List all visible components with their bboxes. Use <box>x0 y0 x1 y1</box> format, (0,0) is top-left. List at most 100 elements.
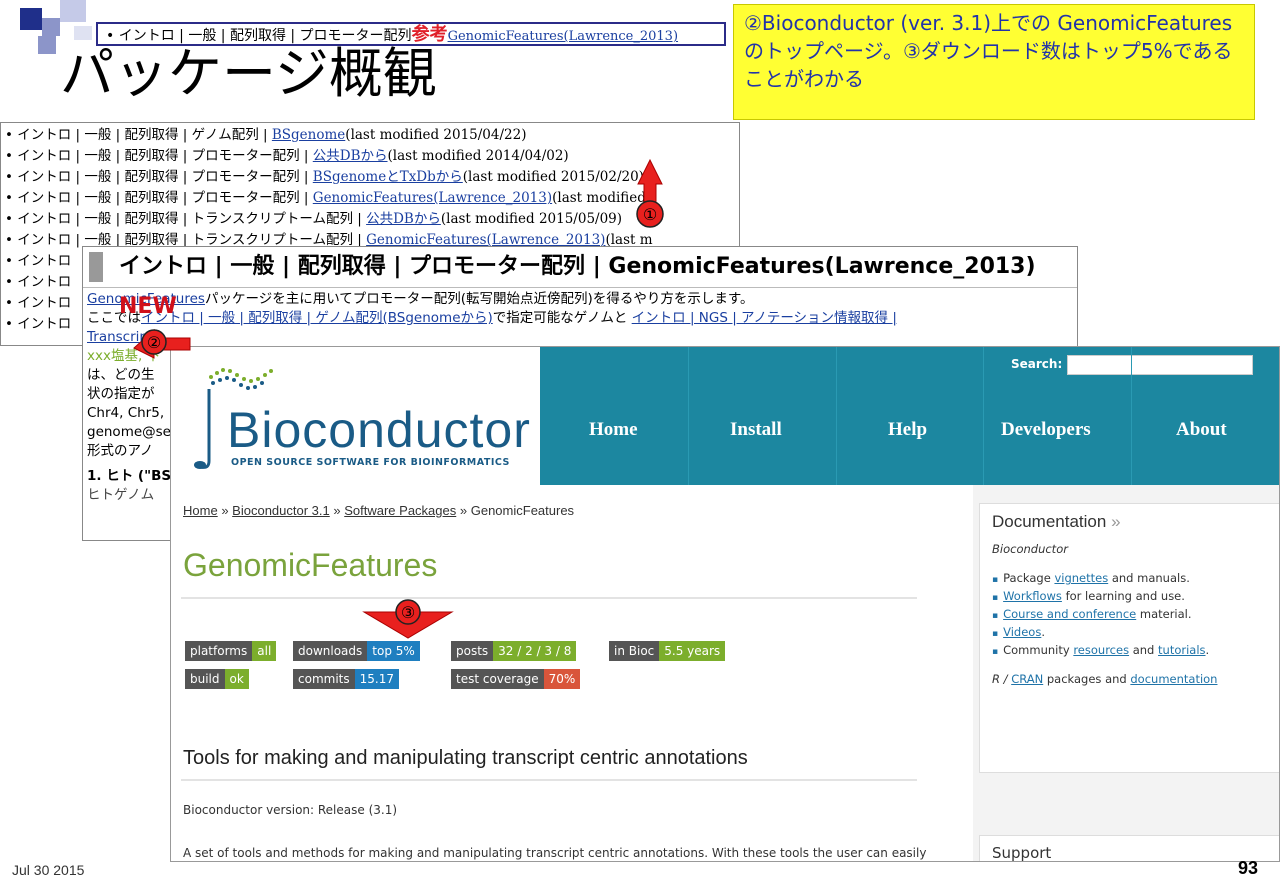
package-title: GenomicFeatures <box>183 547 438 583</box>
breadcrumb-current: GenomicFeatures <box>470 503 575 518</box>
badge-posts[interactable]: posts 32 / 2 / 3 / 8 <box>451 641 577 661</box>
doc-r-line: R / CRAN packages and documentation <box>992 672 1268 686</box>
nav-developers[interactable]: Developers <box>1001 419 1091 441</box>
nav-separator <box>688 347 689 485</box>
nav-home[interactable]: Home <box>589 419 638 441</box>
panel-line: GenomicFeaturesパッケージを主に用いてプロモーター配列(転写開始点… <box>87 290 1073 309</box>
breadcrumb-bioc-version[interactable]: Bioconductor 3.1 <box>232 503 330 518</box>
badge-value: 15.17 <box>354 669 399 689</box>
documentation-heading-text: Documentation <box>992 512 1107 531</box>
nav-about[interactable]: About <box>1176 419 1227 441</box>
badge-platforms[interactable]: platforms all <box>185 641 277 661</box>
decor-square <box>42 18 60 36</box>
breadcrumb-software-packages[interactable]: Software Packages <box>344 503 456 518</box>
footer-date: Jul 30 2015 <box>12 862 85 878</box>
badge-label: test coverage <box>451 669 544 689</box>
badge-label: posts <box>451 641 494 661</box>
doc-list-link[interactable]: 公共DBから <box>366 211 441 227</box>
doc-item-text: for learning and use. <box>1061 589 1185 603</box>
badge-label: downloads <box>293 641 368 661</box>
main-nav: Search: Home Install Help Developers Abo… <box>540 347 1279 485</box>
badge-value: top 5% <box>367 641 420 661</box>
doc-item-text: and <box>1129 643 1159 657</box>
vignettes-link[interactable]: vignettes <box>1054 571 1108 585</box>
decor-square <box>38 36 56 54</box>
doc-item-course: Course and conference material. <box>992 606 1268 624</box>
resources-link[interactable]: resources <box>1073 643 1129 657</box>
nav-separator <box>983 347 984 485</box>
panel-heading-text: イントロ | 一般 | 配列取得 | プロモーター配列 | GenomicFea… <box>119 254 1036 279</box>
workflows-link[interactable]: Workflows <box>1003 589 1062 603</box>
doc-list-text: • イントロ <box>5 316 72 332</box>
nav-install[interactable]: Install <box>730 419 782 441</box>
breadcrumb-separator: » <box>221 503 229 518</box>
breadcrumb-separator: » <box>459 503 468 518</box>
new-badge: NEW <box>119 294 177 319</box>
doc-item-text: . <box>1041 625 1045 639</box>
doc-item-community: Community resources and tutorials. <box>992 642 1268 660</box>
documentation-heading[interactable]: Documentation » <box>992 512 1268 532</box>
panel-subheading-text: 1. ヒト ("BS <box>87 468 172 484</box>
badge-commits[interactable]: commits 15.17 <box>293 669 399 689</box>
marker-3-arrow: ③ <box>362 599 454 639</box>
tutorials-link[interactable]: tutorials <box>1158 643 1206 657</box>
badge-build[interactable]: build ok <box>185 669 249 689</box>
badge-label: build <box>185 669 225 689</box>
breadcrumb-separator: » <box>333 503 341 518</box>
support-heading: Support <box>992 844 1052 862</box>
badge-value: ok <box>224 669 249 689</box>
doc-list-link[interactable]: BSgenome <box>272 127 345 143</box>
search-input[interactable] <box>1067 355 1253 375</box>
badge-test-coverage[interactable]: test coverage 70% <box>451 669 581 689</box>
decor-square <box>60 0 86 22</box>
breadcrumb-home[interactable]: Home <box>183 503 218 518</box>
slide-title: パッケージ概観 <box>60 42 437 105</box>
callout-box: ②Bioconductor (ver. 3.1)上での GenomicFeatu… <box>733 4 1255 120</box>
package-description: A set of tools and methods for making an… <box>183 846 927 860</box>
bioconductor-page: Bioconductor OPEN SOURCE SOFTWARE FOR BI… <box>170 346 1280 862</box>
doc-item-vignettes: Package vignettes and manuals. <box>992 570 1268 588</box>
search-label: Search: <box>1011 357 1063 371</box>
bioc-version: Bioconductor version: Release (3.1) <box>183 803 398 817</box>
doc-list-link[interactable]: 公共DBから <box>313 148 388 164</box>
nav-help[interactable]: Help <box>888 419 927 441</box>
top-bullet-link[interactable]: GenomicFeatures(Lawrence_2013) <box>448 29 678 44</box>
doc-list-link[interactable]: GenomicFeatures(Lawrence_2013) <box>313 190 552 206</box>
page-number: 93 <box>1238 858 1259 878</box>
doc-list-text: • イントロ <box>5 253 72 269</box>
doc-list-modified: (last modified 2015/05/09) <box>440 211 623 227</box>
doc-list-text: • イントロ | 一般 | 配列取得 | プロモーター配列 | <box>5 169 313 185</box>
documentation-link[interactable]: documentation <box>1130 672 1217 686</box>
doc-list-text: • イントロ | 一般 | 配列取得 | トランスクリプトーム配列 | <box>5 211 367 227</box>
panel-line: ここではイントロ | 一般 | 配列取得 | ゲノム配列(BSgenomeから)… <box>87 309 1073 328</box>
cran-link[interactable]: CRAN <box>1011 672 1043 686</box>
nav-separator <box>1131 347 1132 485</box>
documentation-subheading: Bioconductor <box>992 542 1068 556</box>
badge-downloads[interactable]: downloads top 5% <box>293 641 420 661</box>
doc-list-link[interactable]: BSgenomeとTxDbから <box>313 169 463 185</box>
decor-square <box>74 26 92 40</box>
doc-r-text: packages and <box>1043 672 1131 686</box>
doc-list-text: • イントロ <box>5 295 72 311</box>
doc-item-text: Package <box>1003 571 1055 585</box>
marker-1-arrow: ① <box>636 158 664 228</box>
badge-in-bioc[interactable]: in Bioc 5.5 years <box>609 641 726 661</box>
badge-value: 70% <box>543 669 581 689</box>
callout-text: ②Bioconductor (ver. 3.1)上での GenomicFeatu… <box>744 11 1233 91</box>
marker-2-arrow: ② <box>133 328 191 359</box>
logo-subtitle: OPEN SOURCE SOFTWARE FOR BIOINFORMATICS <box>231 457 510 468</box>
doc-list-text: • イントロ | 一般 | 配列取得 | プロモーター配列 | <box>5 148 313 164</box>
support-box: Support <box>979 835 1279 862</box>
panel-link[interactable]: イントロ | NGS | アノテーション情報取得 | <box>632 310 897 326</box>
doc-r-text: R / <box>992 672 1012 686</box>
divider <box>181 597 917 599</box>
videos-link[interactable]: Videos <box>1003 625 1041 639</box>
sidebar: Documentation » Bioconductor Package vig… <box>973 485 1279 862</box>
nav-separator <box>836 347 837 485</box>
panel-text: で指定可能なゲノムと <box>492 310 632 326</box>
marker-3-label: ③ <box>401 603 415 622</box>
course-link[interactable]: Course and conference <box>1003 607 1136 621</box>
doc-item-text: and manuals. <box>1108 571 1190 585</box>
badge-label: commits <box>293 669 355 689</box>
bioconductor-logo[interactable]: Bioconductor OPEN SOURCE SOFTWARE FOR BI… <box>189 361 539 471</box>
